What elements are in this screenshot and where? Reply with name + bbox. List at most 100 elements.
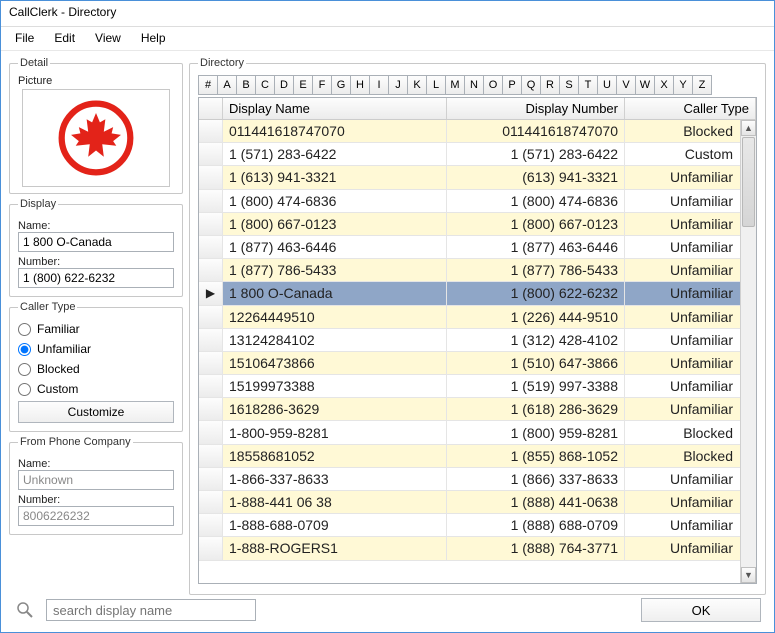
menu-file[interactable]: File <box>7 29 42 48</box>
table-row[interactable]: 1-888-ROGERS11 (888) 764-3771Unfamiliar <box>199 537 756 560</box>
cell-display-name[interactable]: 1618286-3629 <box>223 398 447 420</box>
cell-display-name[interactable]: 1-800-959-8281 <box>223 421 447 443</box>
table-row[interactable]: 011441618747070011441618747070Blocked <box>199 120 756 143</box>
row-indicator[interactable] <box>199 329 223 351</box>
cell-caller-type[interactable]: Unfamiliar <box>625 514 756 536</box>
row-indicator[interactable] <box>199 120 223 142</box>
scroll-up-icon[interactable]: ▲ <box>741 120 756 136</box>
row-indicator[interactable] <box>199 514 223 536</box>
cell-caller-type[interactable]: Unfamiliar <box>625 491 756 513</box>
az-p[interactable]: P <box>502 75 522 95</box>
table-row[interactable]: 1 (613) 941-3321(613) 941-3321Unfamiliar <box>199 166 756 189</box>
table-row[interactable]: 122644495101 (226) 444-9510Unfamiliar <box>199 306 756 329</box>
scroll-thumb[interactable] <box>742 137 755 227</box>
az-j[interactable]: J <box>388 75 408 95</box>
cell-caller-type[interactable]: Unfamiliar <box>625 282 756 304</box>
cell-display-name[interactable]: 1-888-441 06 38 <box>223 491 447 513</box>
cell-display-name[interactable]: 1-888-688-0709 <box>223 514 447 536</box>
row-indicator[interactable] <box>199 213 223 235</box>
az-o[interactable]: O <box>483 75 503 95</box>
cell-display-number[interactable]: 1 (571) 283-6422 <box>447 143 625 165</box>
row-indicator[interactable] <box>199 190 223 212</box>
cell-display-number[interactable]: 1 (312) 428-4102 <box>447 329 625 351</box>
az-g[interactable]: G <box>331 75 351 95</box>
cell-caller-type[interactable]: Unfamiliar <box>625 236 756 258</box>
az-c[interactable]: C <box>255 75 275 95</box>
col-header-display-name[interactable]: Display Name <box>223 98 447 119</box>
table-row[interactable]: 1-866-337-86331 (866) 337-8633Unfamiliar <box>199 468 756 491</box>
col-header-display-number[interactable]: Display Number <box>447 98 625 119</box>
cell-caller-type[interactable]: Blocked <box>625 120 756 142</box>
table-row[interactable]: 1-800-959-82811 (800) 959-8281Blocked <box>199 421 756 444</box>
az-x[interactable]: X <box>654 75 674 95</box>
row-indicator[interactable] <box>199 259 223 281</box>
az-h[interactable]: H <box>350 75 370 95</box>
row-indicator[interactable] <box>199 445 223 467</box>
cell-caller-type[interactable]: Unfamiliar <box>625 213 756 235</box>
cell-display-name[interactable]: 1 (877) 786-5433 <box>223 259 447 281</box>
cell-caller-type[interactable]: Unfamiliar <box>625 166 756 188</box>
cell-caller-type[interactable]: Custom <box>625 143 756 165</box>
table-row[interactable]: 1-888-688-07091 (888) 688-0709Unfamiliar <box>199 514 756 537</box>
cell-display-number[interactable]: 1 (877) 786-5433 <box>447 259 625 281</box>
row-indicator[interactable]: ▶ <box>199 282 223 304</box>
row-indicator[interactable] <box>199 421 223 443</box>
az-t[interactable]: T <box>578 75 598 95</box>
table-row[interactable]: 1618286-36291 (618) 286-3629Unfamiliar <box>199 398 756 421</box>
cell-display-name[interactable]: 12264449510 <box>223 306 447 328</box>
az-q[interactable]: Q <box>521 75 541 95</box>
az-u[interactable]: U <box>597 75 617 95</box>
display-name-input[interactable] <box>18 232 174 252</box>
table-row[interactable]: 151999733881 (519) 997-3388Unfamiliar <box>199 375 756 398</box>
row-indicator[interactable] <box>199 166 223 188</box>
table-row[interactable]: 151064738661 (510) 647-3866Unfamiliar <box>199 352 756 375</box>
cell-display-number[interactable]: 1 (888) 688-0709 <box>447 514 625 536</box>
table-row[interactable]: 1 (800) 667-01231 (800) 667-0123Unfamili… <box>199 213 756 236</box>
cell-display-number[interactable]: 1 (877) 463-6446 <box>447 236 625 258</box>
table-row[interactable]: 1 (571) 283-64221 (571) 283-6422Custom <box>199 143 756 166</box>
az-m[interactable]: M <box>445 75 465 95</box>
menu-view[interactable]: View <box>87 29 129 48</box>
scroll-down-icon[interactable]: ▼ <box>741 567 756 583</box>
az-i[interactable]: I <box>369 75 389 95</box>
table-row[interactable]: 185586810521 (855) 868-1052Blocked <box>199 445 756 468</box>
table-row[interactable]: 1 (877) 786-54331 (877) 786-5433Unfamili… <box>199 259 756 282</box>
cell-display-number[interactable]: 1 (888) 441-0638 <box>447 491 625 513</box>
row-indicator[interactable] <box>199 537 223 559</box>
az-k[interactable]: K <box>407 75 427 95</box>
az-z[interactable]: Z <box>692 75 712 95</box>
cell-display-number[interactable]: 1 (519) 997-3388 <box>447 375 625 397</box>
radio-input-familiar[interactable] <box>18 323 31 336</box>
cell-display-name[interactable]: 1-866-337-8633 <box>223 468 447 490</box>
cell-display-number[interactable]: 011441618747070 <box>447 120 625 142</box>
az-w[interactable]: W <box>635 75 655 95</box>
az-a[interactable]: A <box>217 75 237 95</box>
az-v[interactable]: V <box>616 75 636 95</box>
cell-caller-type[interactable]: Unfamiliar <box>625 537 756 559</box>
cell-display-name[interactable]: 1 (800) 667-0123 <box>223 213 447 235</box>
az-b[interactable]: B <box>236 75 256 95</box>
row-indicator[interactable] <box>199 468 223 490</box>
row-indicator[interactable] <box>199 306 223 328</box>
radio-input-custom[interactable] <box>18 383 31 396</box>
cell-display-number[interactable]: 1 (855) 868-1052 <box>447 445 625 467</box>
cell-caller-type[interactable]: Blocked <box>625 421 756 443</box>
cell-display-name[interactable]: 1 800 O-Canada <box>223 282 447 304</box>
cell-display-name[interactable]: 011441618747070 <box>223 120 447 142</box>
row-indicator[interactable] <box>199 352 223 374</box>
az-n[interactable]: N <box>464 75 484 95</box>
row-indicator[interactable] <box>199 143 223 165</box>
cell-display-name[interactable]: 1 (571) 283-6422 <box>223 143 447 165</box>
display-number-input[interactable] <box>18 268 174 288</box>
cell-caller-type[interactable]: Unfamiliar <box>625 398 756 420</box>
cell-caller-type[interactable]: Unfamiliar <box>625 259 756 281</box>
az-s[interactable]: S <box>559 75 579 95</box>
cell-display-number[interactable]: 1 (226) 444-9510 <box>447 306 625 328</box>
cell-display-number[interactable]: 1 (800) 622-6232 <box>447 282 625 304</box>
cell-display-name[interactable]: 18558681052 <box>223 445 447 467</box>
radio-input-unfamiliar[interactable] <box>18 343 31 356</box>
row-indicator[interactable] <box>199 491 223 513</box>
cell-caller-type[interactable]: Unfamiliar <box>625 329 756 351</box>
cell-caller-type[interactable]: Unfamiliar <box>625 306 756 328</box>
cell-display-name[interactable]: 13124284102 <box>223 329 447 351</box>
